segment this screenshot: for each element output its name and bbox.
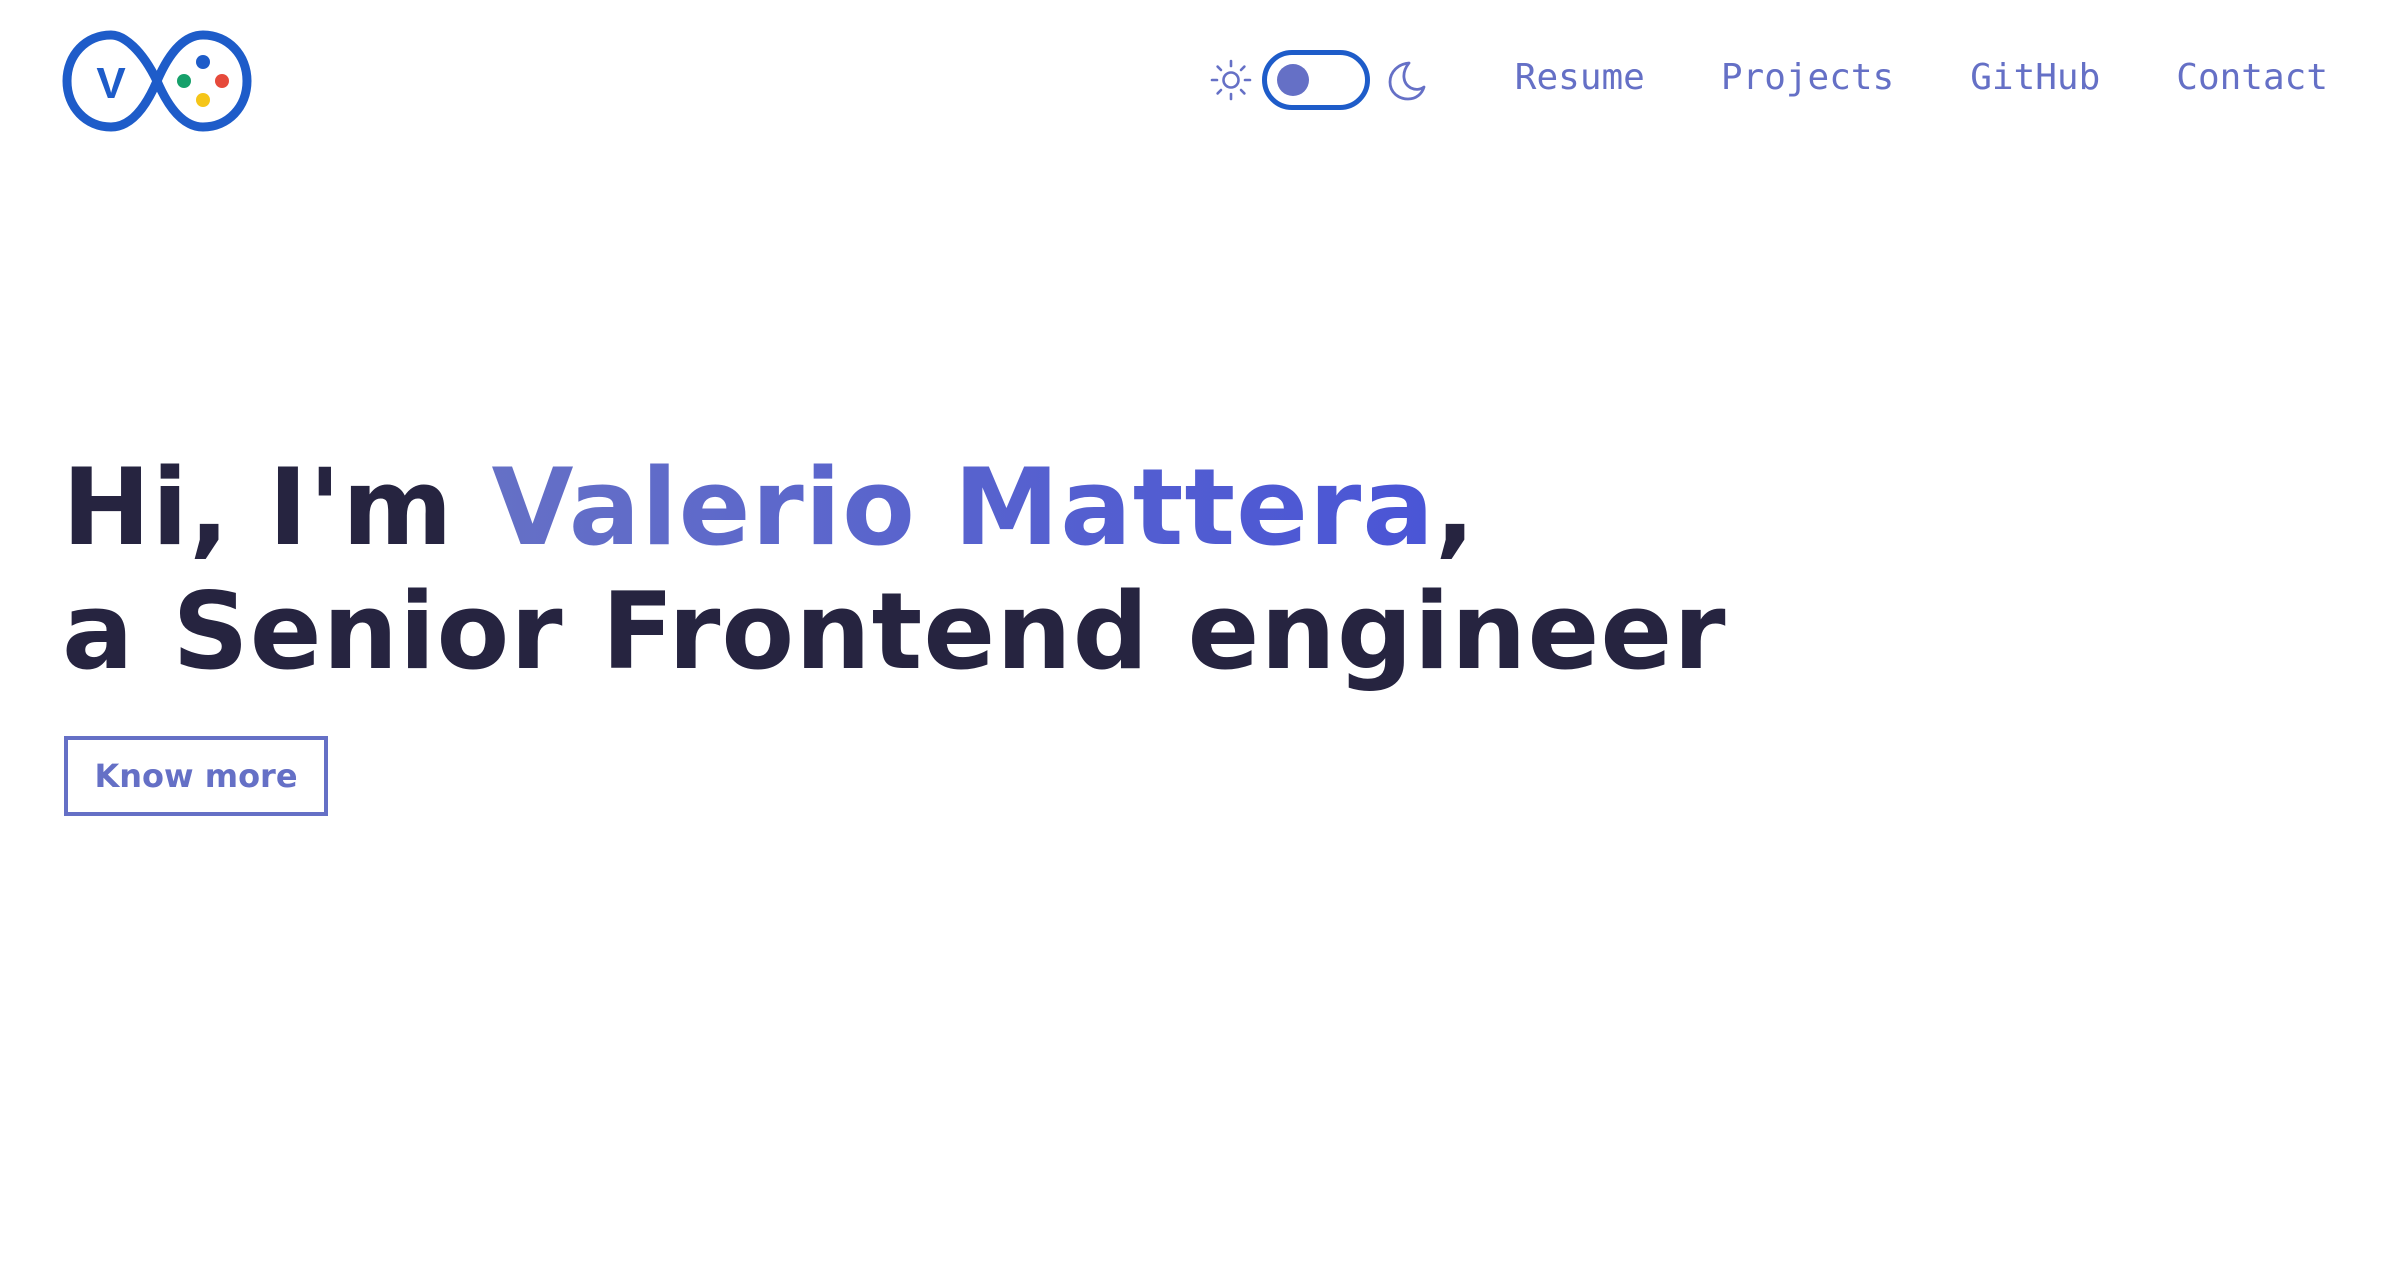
theme-toggle xyxy=(1208,44,1434,116)
theme-switch-knob xyxy=(1277,64,1309,96)
nav-link-contact[interactable]: Contact xyxy=(2176,54,2328,102)
nav-link-resume[interactable]: Resume xyxy=(1515,54,1645,102)
logo-letter: V xyxy=(96,59,126,108)
sun-icon[interactable] xyxy=(1208,57,1254,103)
hero-heading-line-1: Hi, I'm Valerio Mattera, xyxy=(62,446,1862,570)
gamepad-dot-right xyxy=(215,74,229,88)
site-logo[interactable]: V xyxy=(62,30,252,132)
hero-heading-line-2: a Senior Frontend engineer xyxy=(62,570,1727,693)
gamepad-dot-top xyxy=(196,55,210,69)
gamepad-dot-left xyxy=(177,74,191,88)
nav-link-github[interactable]: GitHub xyxy=(1970,54,2100,102)
gamepad-dot-bottom xyxy=(196,93,210,107)
hero: Hi, I'm Valerio Mattera, a Senior Fronte… xyxy=(62,446,1862,694)
theme-switch[interactable] xyxy=(1262,50,1370,110)
main-nav: Resume Projects GitHub Contact xyxy=(1515,54,2328,102)
moon-icon[interactable] xyxy=(1382,57,1428,103)
know-more-button[interactable]: Know more xyxy=(64,736,328,816)
page: V Resume Projects GitHub Contact Hi, I'm… xyxy=(0,0,2404,1262)
nav-link-projects[interactable]: Projects xyxy=(1721,54,1894,102)
hero-comma: , xyxy=(1434,446,1477,569)
hero-greeting: Hi, I'm xyxy=(62,446,492,569)
hero-name: Valerio Mattera xyxy=(491,446,1435,569)
